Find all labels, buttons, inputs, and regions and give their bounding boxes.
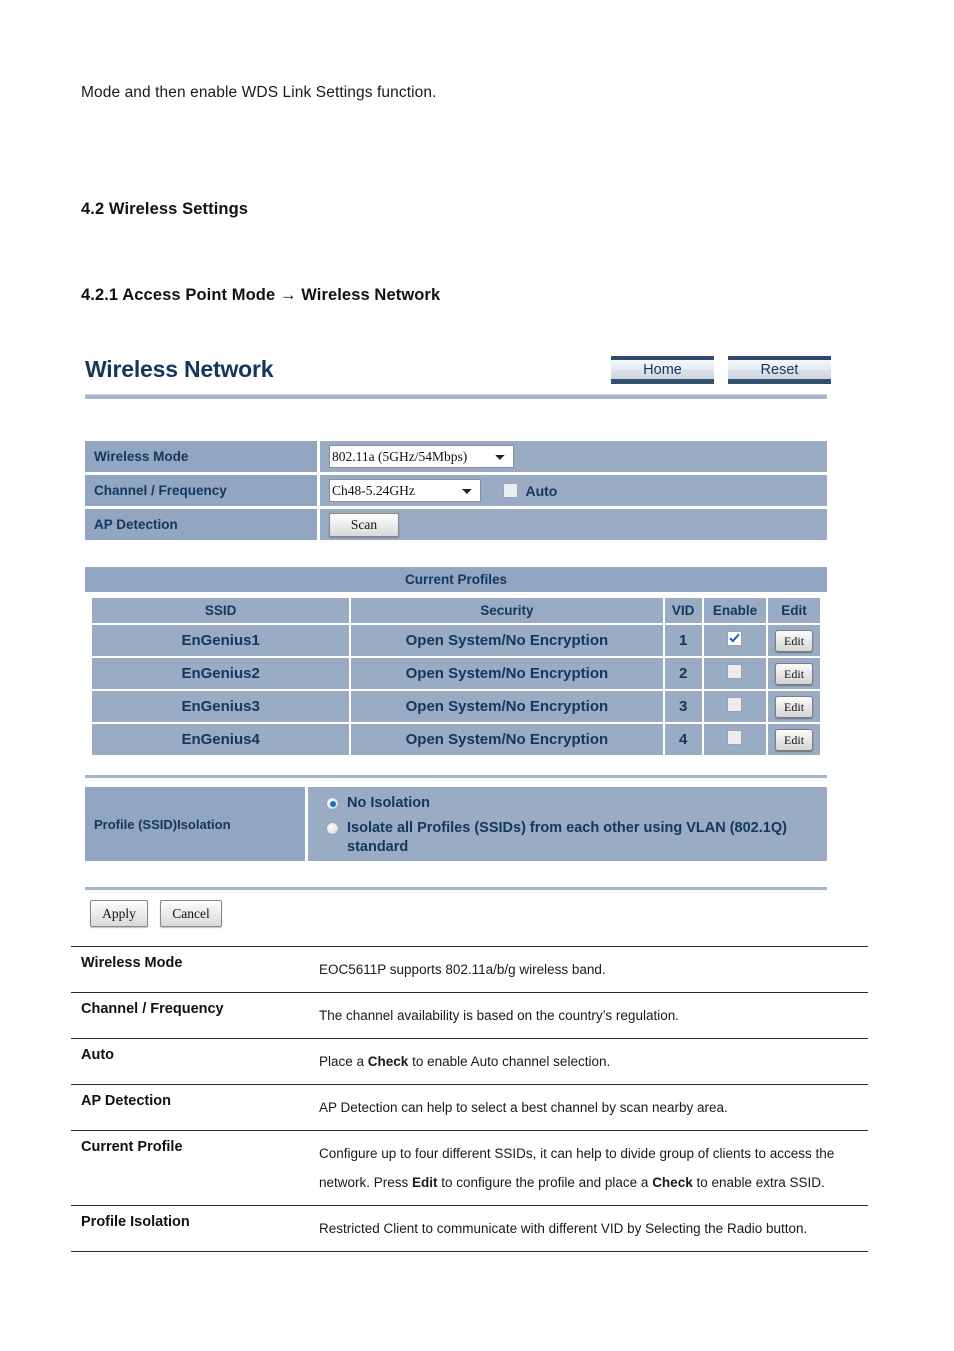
channel-frequency-select[interactable]: Ch48-5.24GHz [329, 479, 481, 502]
isolation-divider [85, 775, 827, 778]
description-term: AP Detection [81, 1093, 171, 1109]
home-button[interactable]: Home [611, 356, 714, 384]
ap-detection-label: AP Detection [85, 509, 320, 540]
profile-edit-cell: Edit [768, 691, 820, 722]
auto-checkbox-group: Auto [503, 483, 557, 499]
edit-button[interactable]: Edit [775, 728, 814, 751]
profile-isolation-section: Profile (SSID)Isolation No Isolation Iso… [85, 787, 827, 861]
column-header-enable: Enable [703, 598, 767, 623]
profile-edit-cell: Edit [768, 625, 820, 656]
profile-security: Open System/No Encryption [351, 625, 663, 656]
profile-enable-cell [703, 625, 767, 656]
field-descriptions-table: Wireless Mode EOC5611P supports 802.11a/… [71, 946, 868, 1252]
profile-vid: 3 [664, 691, 702, 722]
current-profiles-header: Current Profiles [85, 567, 827, 592]
profile-vid: 2 [664, 658, 702, 689]
table-row: Profile Isolation Restricted Client to c… [71, 1206, 868, 1252]
column-header-ssid: SSID [92, 598, 350, 623]
profile-vid: 1 [664, 625, 702, 656]
scan-button[interactable]: Scan [329, 512, 399, 537]
table-row: Current Profile Configure up to four dif… [71, 1131, 868, 1206]
isolation-option-no-isolation[interactable]: No Isolation [326, 794, 827, 813]
column-header-vid: VID [664, 598, 702, 623]
profile-enable-checkbox[interactable] [727, 664, 743, 679]
table-row: AP Detection AP Detection can help to se… [71, 1085, 868, 1131]
header-button-group: Home Reset [611, 356, 831, 384]
subsection-heading: 4.2.1 Access Point Mode → Wireless Netwo… [81, 286, 441, 304]
title-divider [85, 394, 827, 399]
wireless-settings-table: Wireless Mode 802.11a (5GHz/54Mbps) Chan… [85, 438, 827, 543]
table-row: EnGenius3 Open System/No Encryption 3 Ed… [92, 691, 820, 722]
table-row: Channel / Frequency The channel availabi… [71, 993, 868, 1039]
action-button-group: Apply Cancel [90, 900, 222, 927]
profile-enable-checkbox[interactable] [727, 697, 743, 712]
no-isolation-radio[interactable] [326, 797, 339, 810]
auto-checkbox[interactable] [503, 483, 519, 499]
profile-security: Open System/No Encryption [351, 658, 663, 689]
profiles-header-row: SSID Security VID Enable Edit [92, 598, 820, 623]
column-header-edit: Edit [768, 598, 820, 623]
description-definition: AP Detection can help to select a best c… [319, 1100, 728, 1115]
profile-vid: 4 [664, 724, 702, 755]
description-term: Profile Isolation [81, 1214, 190, 1230]
table-row: EnGenius1 Open System/No Encryption 1 Ed… [92, 625, 820, 656]
column-header-security: Security [351, 598, 663, 623]
setting-row-channel-frequency: Channel / Frequency Ch48-5.24GHz Auto [85, 475, 827, 506]
wireless-mode-label: Wireless Mode [85, 441, 320, 472]
description-definition: Place a Check to enable Auto channel sel… [319, 1054, 611, 1069]
vlan-isolate-radio[interactable] [326, 822, 339, 835]
edit-button[interactable]: Edit [775, 662, 814, 685]
page-title: Wireless Network [85, 356, 274, 382]
profile-edit-cell: Edit [768, 724, 820, 755]
router-ui-screenshot: Wireless Network Home Reset Wireless Mod… [85, 350, 831, 940]
profile-security: Open System/No Encryption [351, 724, 663, 755]
channel-frequency-label: Channel / Frequency [85, 475, 320, 506]
description-term: Channel / Frequency [81, 1001, 224, 1017]
setting-row-ap-detection: AP Detection Scan [85, 509, 827, 540]
vlan-isolate-label: Isolate all Profiles (SSIDs) from each o… [347, 820, 787, 855]
description-term: Wireless Mode [81, 955, 183, 971]
profile-isolation-options: No Isolation Isolate all Profiles (SSIDs… [308, 787, 827, 861]
reset-button[interactable]: Reset [728, 356, 831, 384]
description-term: Auto [81, 1047, 115, 1063]
current-profiles-table: SSID Security VID Enable Edit EnGenius1 … [90, 596, 822, 757]
channel-frequency-value-cell: Ch48-5.24GHz Auto [320, 475, 827, 506]
profile-ssid: EnGenius3 [92, 691, 350, 722]
actions-divider [85, 887, 827, 890]
ui-header: Wireless Network Home Reset [85, 350, 831, 396]
table-row: EnGenius4 Open System/No Encryption 4 Ed… [92, 724, 820, 755]
description-definition: Restricted Client to communicate with di… [319, 1221, 808, 1236]
edit-button[interactable]: Edit [775, 695, 814, 718]
profile-enable-cell [703, 691, 767, 722]
setting-row-wireless-mode: Wireless Mode 802.11a (5GHz/54Mbps) [85, 441, 827, 472]
profile-enable-cell [703, 724, 767, 755]
ap-detection-value-cell: Scan [320, 509, 827, 540]
auto-checkbox-label: Auto [525, 482, 558, 499]
description-definition: EOC5611P supports 802.11a/b/g wireless b… [319, 962, 606, 977]
description-definition: The channel availability is based on the… [319, 1008, 679, 1023]
edit-button[interactable]: Edit [775, 629, 814, 652]
profile-isolation-label: Profile (SSID)Isolation [85, 787, 308, 861]
wireless-mode-value-cell: 802.11a (5GHz/54Mbps) [320, 441, 827, 472]
profile-ssid: EnGenius1 [92, 625, 350, 656]
apply-button[interactable]: Apply [90, 900, 148, 927]
table-row: Auto Place a Check to enable Auto channe… [71, 1039, 868, 1085]
section-heading: 4.2 Wireless Settings [81, 200, 249, 218]
description-term: Current Profile [81, 1139, 183, 1155]
profile-enable-checkbox[interactable] [727, 631, 743, 646]
isolation-option-vlan-isolate[interactable]: Isolate all Profiles (SSIDs) from each o… [326, 819, 827, 857]
no-isolation-label: No Isolation [347, 795, 430, 811]
profile-enable-checkbox[interactable] [727, 730, 743, 745]
wireless-mode-select[interactable]: 802.11a (5GHz/54Mbps) [329, 445, 514, 468]
profile-edit-cell: Edit [768, 658, 820, 689]
profile-security: Open System/No Encryption [351, 691, 663, 722]
cancel-button[interactable]: Cancel [160, 900, 222, 927]
table-row: Wireless Mode EOC5611P supports 802.11a/… [71, 946, 868, 993]
profile-ssid: EnGenius4 [92, 724, 350, 755]
intro-paragraph: Mode and then enable WDS Link Settings f… [81, 84, 437, 101]
profile-enable-cell [703, 658, 767, 689]
description-definition: Configure up to four different SSIDs, it… [319, 1146, 835, 1190]
profile-ssid: EnGenius2 [92, 658, 350, 689]
table-row: EnGenius2 Open System/No Encryption 2 Ed… [92, 658, 820, 689]
